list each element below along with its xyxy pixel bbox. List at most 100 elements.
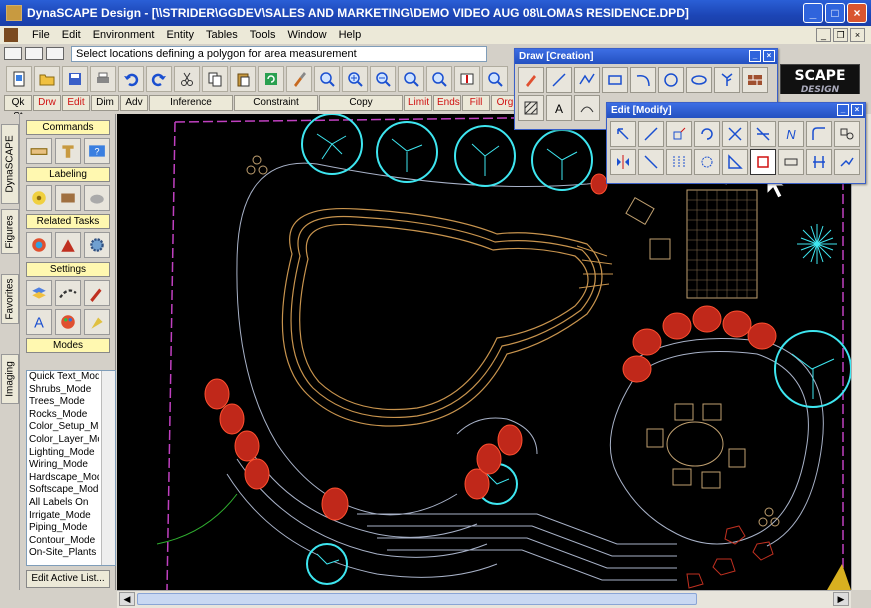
tab-quick-start[interactable]: Qk St bbox=[4, 95, 32, 122]
copy-button[interactable] bbox=[202, 66, 228, 92]
draw-line-button[interactable] bbox=[546, 67, 572, 93]
zoom-previous-button[interactable] bbox=[426, 66, 452, 92]
edit-modify-button[interactable] bbox=[638, 121, 664, 147]
draw-text-curve-button[interactable] bbox=[574, 95, 600, 121]
edit-offset-button[interactable] bbox=[694, 149, 720, 175]
vtab-figures[interactable]: Figures bbox=[1, 209, 19, 254]
edit-trim-button[interactable] bbox=[722, 121, 748, 147]
edit-chamfer-button[interactable] bbox=[722, 149, 748, 175]
task-settings-button[interactable] bbox=[84, 232, 110, 258]
menu-tools[interactable]: Tools bbox=[244, 29, 282, 41]
edit-palette-close-button[interactable]: × bbox=[851, 104, 863, 116]
edit-extend-button[interactable] bbox=[750, 121, 776, 147]
command-input-icon[interactable] bbox=[46, 47, 64, 60]
label-stone-button[interactable] bbox=[84, 185, 110, 211]
list-item[interactable]: Trees_Mode bbox=[27, 396, 99, 409]
edit-stretch-button[interactable] bbox=[638, 149, 664, 175]
draw-brick-button[interactable] bbox=[742, 67, 768, 93]
draw-ellipse-button[interactable] bbox=[686, 67, 712, 93]
list-item[interactable]: On-Site_Plants bbox=[27, 547, 99, 560]
list-item[interactable]: Color_Setup_Mode bbox=[27, 421, 99, 434]
tab-copy[interactable]: Copy bbox=[319, 95, 403, 111]
edit-explode-button[interactable] bbox=[778, 149, 804, 175]
edit-mirror-button[interactable] bbox=[610, 149, 636, 175]
zoom-out-button[interactable] bbox=[370, 66, 396, 92]
menu-window[interactable]: Window bbox=[281, 29, 332, 41]
list-item[interactable]: Contour_Mode bbox=[27, 535, 99, 548]
menu-entity[interactable]: Entity bbox=[160, 29, 200, 41]
list-item[interactable]: Shrubs_Mode bbox=[27, 384, 99, 397]
draw-hatch-button[interactable] bbox=[518, 95, 544, 121]
edit-move-button[interactable] bbox=[610, 121, 636, 147]
setting-linetype-button[interactable] bbox=[55, 280, 81, 306]
list-item[interactable]: Color_Layer_Mode bbox=[27, 434, 99, 447]
draw-polyline-button[interactable] bbox=[574, 67, 600, 93]
command-query-button[interactable]: ? bbox=[84, 138, 110, 164]
vtab-imaging[interactable]: Imaging bbox=[1, 354, 19, 404]
scroll-left-button[interactable]: ◀ bbox=[119, 592, 135, 606]
tab-inference[interactable]: Inference bbox=[149, 95, 233, 111]
drawing-canvas[interactable] bbox=[117, 114, 851, 590]
paste-button[interactable] bbox=[230, 66, 256, 92]
task-color-wheel-button[interactable] bbox=[26, 232, 52, 258]
zoom-realtime-button[interactable] bbox=[482, 66, 508, 92]
draw-text-button[interactable]: A bbox=[546, 95, 572, 121]
new-file-button[interactable] bbox=[6, 66, 32, 92]
tab-advanced[interactable]: Adv bbox=[120, 95, 148, 111]
print-button[interactable] bbox=[90, 66, 116, 92]
minimize-button[interactable]: _ bbox=[803, 3, 823, 23]
menu-file[interactable]: File bbox=[26, 29, 56, 41]
mdi-close-button[interactable]: × bbox=[850, 28, 865, 42]
task-elevation-button[interactable] bbox=[55, 232, 81, 258]
label-material-button[interactable] bbox=[55, 185, 81, 211]
edit-scale-button[interactable] bbox=[666, 121, 692, 147]
zoom-in-button[interactable] bbox=[342, 66, 368, 92]
list-item[interactable]: Rocks_Mode bbox=[27, 409, 99, 422]
maximize-button[interactable]: □ bbox=[825, 3, 845, 23]
edit-active-list-button[interactable]: Edit Active List... bbox=[26, 570, 110, 588]
list-item[interactable]: Softscape_Mode bbox=[27, 484, 99, 497]
command-measure-button[interactable] bbox=[26, 138, 52, 164]
label-plant-button[interactable] bbox=[26, 185, 52, 211]
tab-draw[interactable]: Drw bbox=[33, 95, 61, 111]
zoom-extents-button[interactable] bbox=[398, 66, 424, 92]
mdi-restore-button[interactable]: ❐ bbox=[833, 28, 848, 42]
scroll-right-button[interactable]: ▶ bbox=[833, 592, 849, 606]
command-text-button[interactable] bbox=[55, 138, 81, 164]
close-button[interactable]: × bbox=[847, 3, 867, 23]
vertical-scrollbar[interactable] bbox=[851, 114, 871, 590]
tab-fill[interactable]: Fill bbox=[462, 95, 490, 111]
menu-environment[interactable]: Environment bbox=[87, 29, 161, 41]
vtab-favorites[interactable]: Favorites bbox=[1, 274, 19, 324]
list-item[interactable]: All Labels On bbox=[27, 497, 99, 510]
command-prompt[interactable]: Select locations defining a polygon for … bbox=[71, 45, 487, 62]
match-properties-button[interactable] bbox=[286, 66, 312, 92]
draw-circle-button[interactable] bbox=[658, 67, 684, 93]
save-button[interactable] bbox=[62, 66, 88, 92]
edit-join-button[interactable] bbox=[834, 149, 860, 175]
edit-align-button[interactable] bbox=[806, 149, 832, 175]
open-file-button[interactable] bbox=[34, 66, 60, 92]
horizontal-scroll-thumb[interactable] bbox=[137, 593, 697, 605]
menu-help[interactable]: Help bbox=[333, 29, 368, 41]
draw-pencil-button[interactable] bbox=[518, 67, 544, 93]
tab-ends[interactable]: Ends bbox=[433, 95, 461, 111]
edit-group-button[interactable] bbox=[834, 121, 860, 147]
tab-dimension[interactable]: Dim bbox=[91, 95, 119, 111]
draw-palette-close-button[interactable]: × bbox=[763, 50, 775, 62]
vtab-dynascape[interactable]: DynaSCAPE bbox=[1, 124, 19, 204]
tab-constraint[interactable]: Constraint bbox=[234, 95, 318, 111]
zoom-window-button[interactable] bbox=[314, 66, 340, 92]
list-item[interactable]: Wiring_Mode bbox=[27, 459, 99, 472]
list-item[interactable]: Hardscape_Mode bbox=[27, 472, 99, 485]
menu-tables[interactable]: Tables bbox=[200, 29, 244, 41]
cut-button[interactable] bbox=[174, 66, 200, 92]
edit-array-button[interactable] bbox=[666, 149, 692, 175]
setting-fill-button[interactable] bbox=[84, 309, 110, 335]
list-item[interactable]: Piping_Mode bbox=[27, 522, 99, 535]
setting-text-style-button[interactable]: A bbox=[26, 309, 52, 335]
command-options-icon[interactable] bbox=[25, 47, 43, 60]
undo-button[interactable] bbox=[118, 66, 144, 92]
list-item[interactable]: Irrigate_Mode bbox=[27, 510, 99, 523]
edit-fillet-button[interactable] bbox=[806, 121, 832, 147]
